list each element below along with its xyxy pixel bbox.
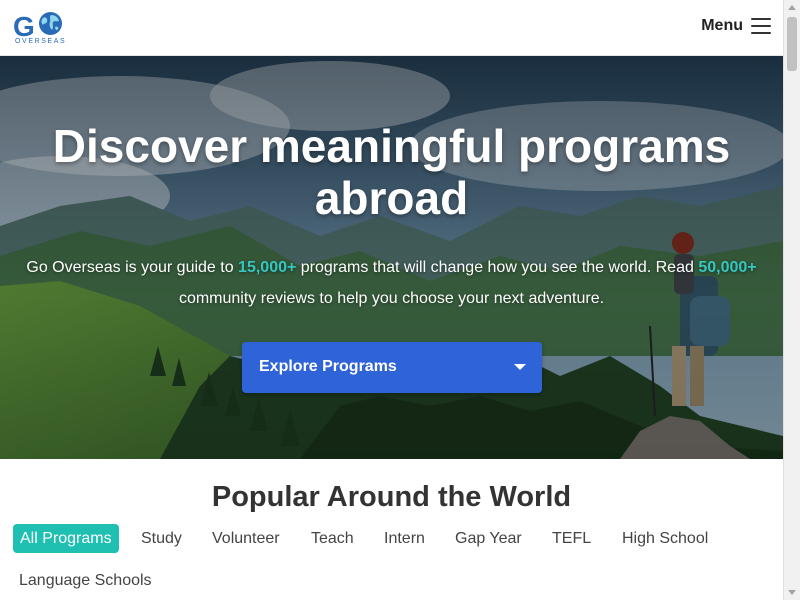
- scrollbar-thumb[interactable]: [787, 17, 797, 71]
- page: GO G OVERSEAS Menu: [0, 0, 783, 600]
- explore-programs-dropdown[interactable]: Explore Programs: [242, 342, 542, 393]
- tab-study[interactable]: Study: [141, 524, 182, 553]
- vertical-scrollbar[interactable]: [783, 0, 800, 600]
- tab-teach[interactable]: Teach: [311, 524, 354, 553]
- popular-section-title: Popular Around the World: [211, 481, 572, 513]
- hero-desc-part2: programs that will change how you see th…: [296, 259, 699, 276]
- tab-language-schools[interactable]: Language Schools: [19, 566, 152, 595]
- logo-subtext: OVERSEAS: [15, 38, 67, 45]
- hero-title: Discover meaningful programs abroad: [52, 120, 731, 224]
- hamburger-icon: [751, 18, 771, 34]
- tab-gap-year[interactable]: Gap Year: [455, 524, 522, 553]
- reviews-count: 50,000+: [698, 259, 757, 276]
- hero-description: Go Overseas is your guide to 15,000+ pro…: [20, 252, 763, 314]
- hero-desc-part1: Go Overseas is your guide to: [26, 259, 239, 276]
- programs-count: 15,000+: [238, 259, 297, 276]
- site-header: GO G OVERSEAS Menu: [0, 0, 783, 56]
- tab-tefl[interactable]: TEFL: [552, 524, 591, 553]
- globe-icon: [39, 12, 62, 35]
- explore-programs-label: Explore Programs: [259, 358, 397, 375]
- menu-button[interactable]: Menu: [701, 14, 771, 38]
- menu-label: Menu: [701, 17, 743, 34]
- scroll-up-arrow-icon[interactable]: [788, 5, 796, 10]
- tab-all-programs[interactable]: All Programs: [13, 524, 119, 553]
- hero-desc-part3: community reviews to help you choose you…: [178, 290, 605, 307]
- scroll-down-arrow-icon[interactable]: [788, 590, 796, 595]
- tab-intern[interactable]: Intern: [384, 524, 425, 553]
- go-overseas-logo[interactable]: GO G OVERSEAS: [13, 9, 73, 49]
- hero-section: Discover meaningful programs abroad Go O…: [0, 56, 783, 459]
- caret-down-icon: [514, 364, 526, 370]
- tab-volunteer[interactable]: Volunteer: [212, 524, 280, 553]
- tab-high-school[interactable]: High School: [622, 524, 708, 553]
